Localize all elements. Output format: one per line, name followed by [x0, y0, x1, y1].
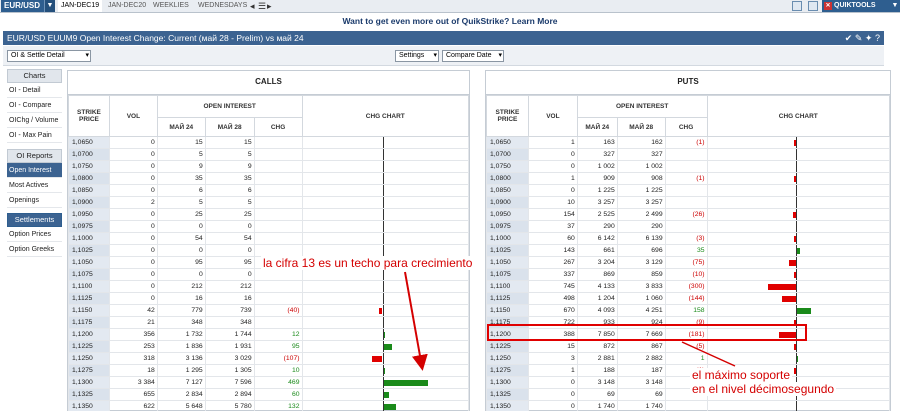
annotation-arrows [404, 271, 736, 371]
support-arrow [681, 341, 736, 367]
ceiling-arrow [404, 271, 428, 371]
